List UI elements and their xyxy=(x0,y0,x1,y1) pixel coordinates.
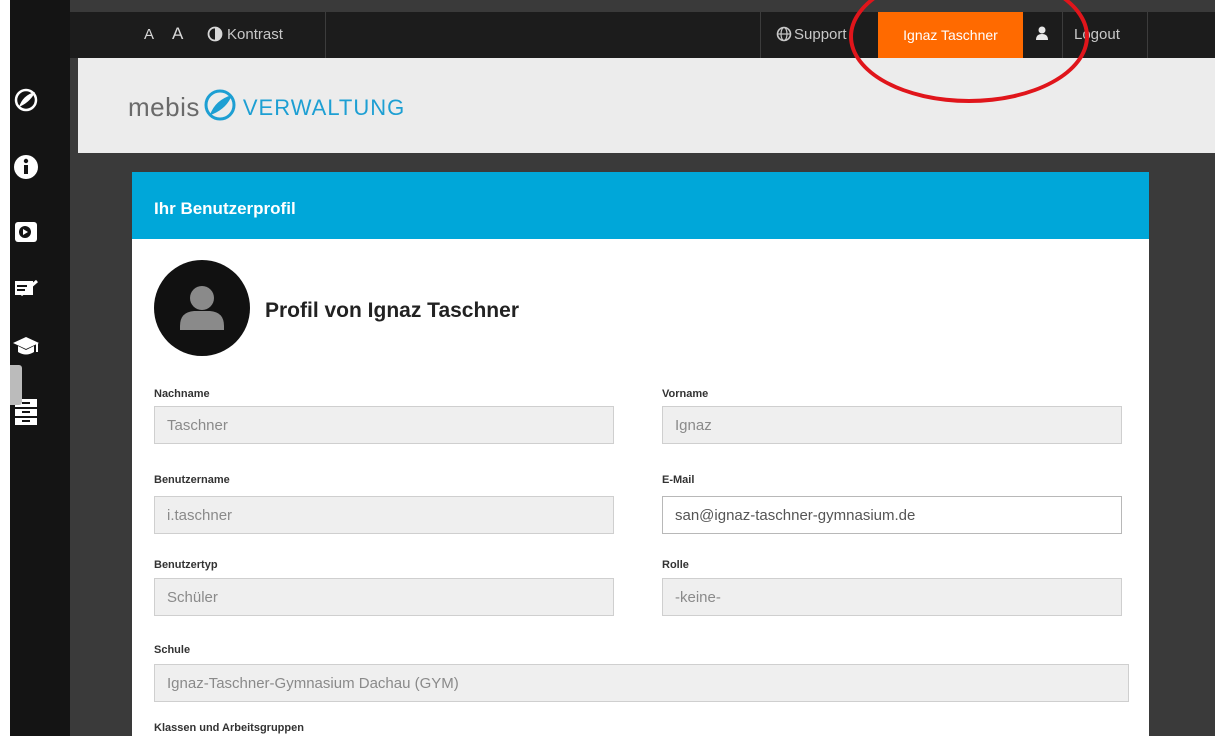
sidebar-toggle-handle[interactable] xyxy=(10,365,22,405)
graduation-cap-icon[interactable] xyxy=(10,330,42,362)
avatar xyxy=(154,260,250,356)
schule-field[interactable]: Ignaz-Taschner-Gymnasium Dachau (GYM) xyxy=(154,664,1129,702)
nachname-label: Nachname xyxy=(154,388,210,400)
info-icon[interactable] xyxy=(10,151,42,183)
logo-brand: mebis xyxy=(128,92,200,122)
logout-link[interactable]: Logout xyxy=(1074,26,1120,43)
support-link[interactable]: Support xyxy=(794,26,847,43)
email-label: E-Mail xyxy=(662,474,695,486)
left-page-margin xyxy=(0,0,10,736)
vorname-label: Vorname xyxy=(662,388,709,400)
user-icon[interactable] xyxy=(1034,25,1050,46)
logo-section: VERWALTUNG xyxy=(242,94,406,120)
media-icon[interactable] xyxy=(10,216,42,248)
font-larger-button[interactable]: A xyxy=(172,24,183,44)
card-header: Ihr Benutzerprofil xyxy=(132,172,1149,239)
card-title: Ihr Benutzerprofil xyxy=(154,199,296,218)
benutzertyp-label: Benutzertyp xyxy=(154,559,218,571)
topbar-divider xyxy=(1147,12,1148,58)
globe-icon xyxy=(776,26,792,47)
mebis-leaf-icon[interactable] xyxy=(10,84,42,116)
user-avatar-icon xyxy=(180,286,224,330)
font-smaller-button[interactable]: A xyxy=(144,26,154,43)
topbar-divider xyxy=(325,12,326,58)
topbar-divider xyxy=(760,12,761,58)
vorname-field[interactable]: Ignaz xyxy=(662,406,1122,444)
user-profile-button[interactable]: Ignaz Taschner xyxy=(878,12,1023,58)
top-bar: A A Kontrast Support Ignaz Taschner Logo… xyxy=(70,12,1215,58)
benutzertyp-field[interactable]: Schüler xyxy=(154,578,614,616)
contrast-icon xyxy=(207,26,223,47)
rolle-label: Rolle xyxy=(662,559,689,571)
rolle-field[interactable]: -keine- xyxy=(662,578,1122,616)
nachname-field[interactable]: Taschner xyxy=(154,406,614,444)
benutzername-field[interactable]: i.taschner xyxy=(154,496,614,534)
sidebar xyxy=(10,0,70,736)
topbar-divider xyxy=(1062,12,1063,58)
contrast-button[interactable]: Kontrast xyxy=(227,26,283,43)
schule-label: Schule xyxy=(154,644,191,656)
benutzername-label: Benutzername xyxy=(154,474,230,486)
notebook-icon[interactable] xyxy=(10,272,42,304)
profile-card: Ihr Benutzerprofil Profil von Ignaz Tasc… xyxy=(132,172,1149,736)
leaf-logo-icon xyxy=(203,88,237,127)
header: mebis VERWALTUNG xyxy=(78,58,1215,153)
user-name-label: Ignaz Taschner xyxy=(903,27,998,43)
klassen-label: Klassen und Arbeitsgruppen xyxy=(154,722,304,734)
profile-heading: Profil von Ignaz Taschner xyxy=(265,299,519,322)
email-field[interactable]: san@ignaz-taschner-gymnasium.de xyxy=(662,496,1122,534)
mebis-logo[interactable]: mebis VERWALTUNG xyxy=(128,88,405,127)
